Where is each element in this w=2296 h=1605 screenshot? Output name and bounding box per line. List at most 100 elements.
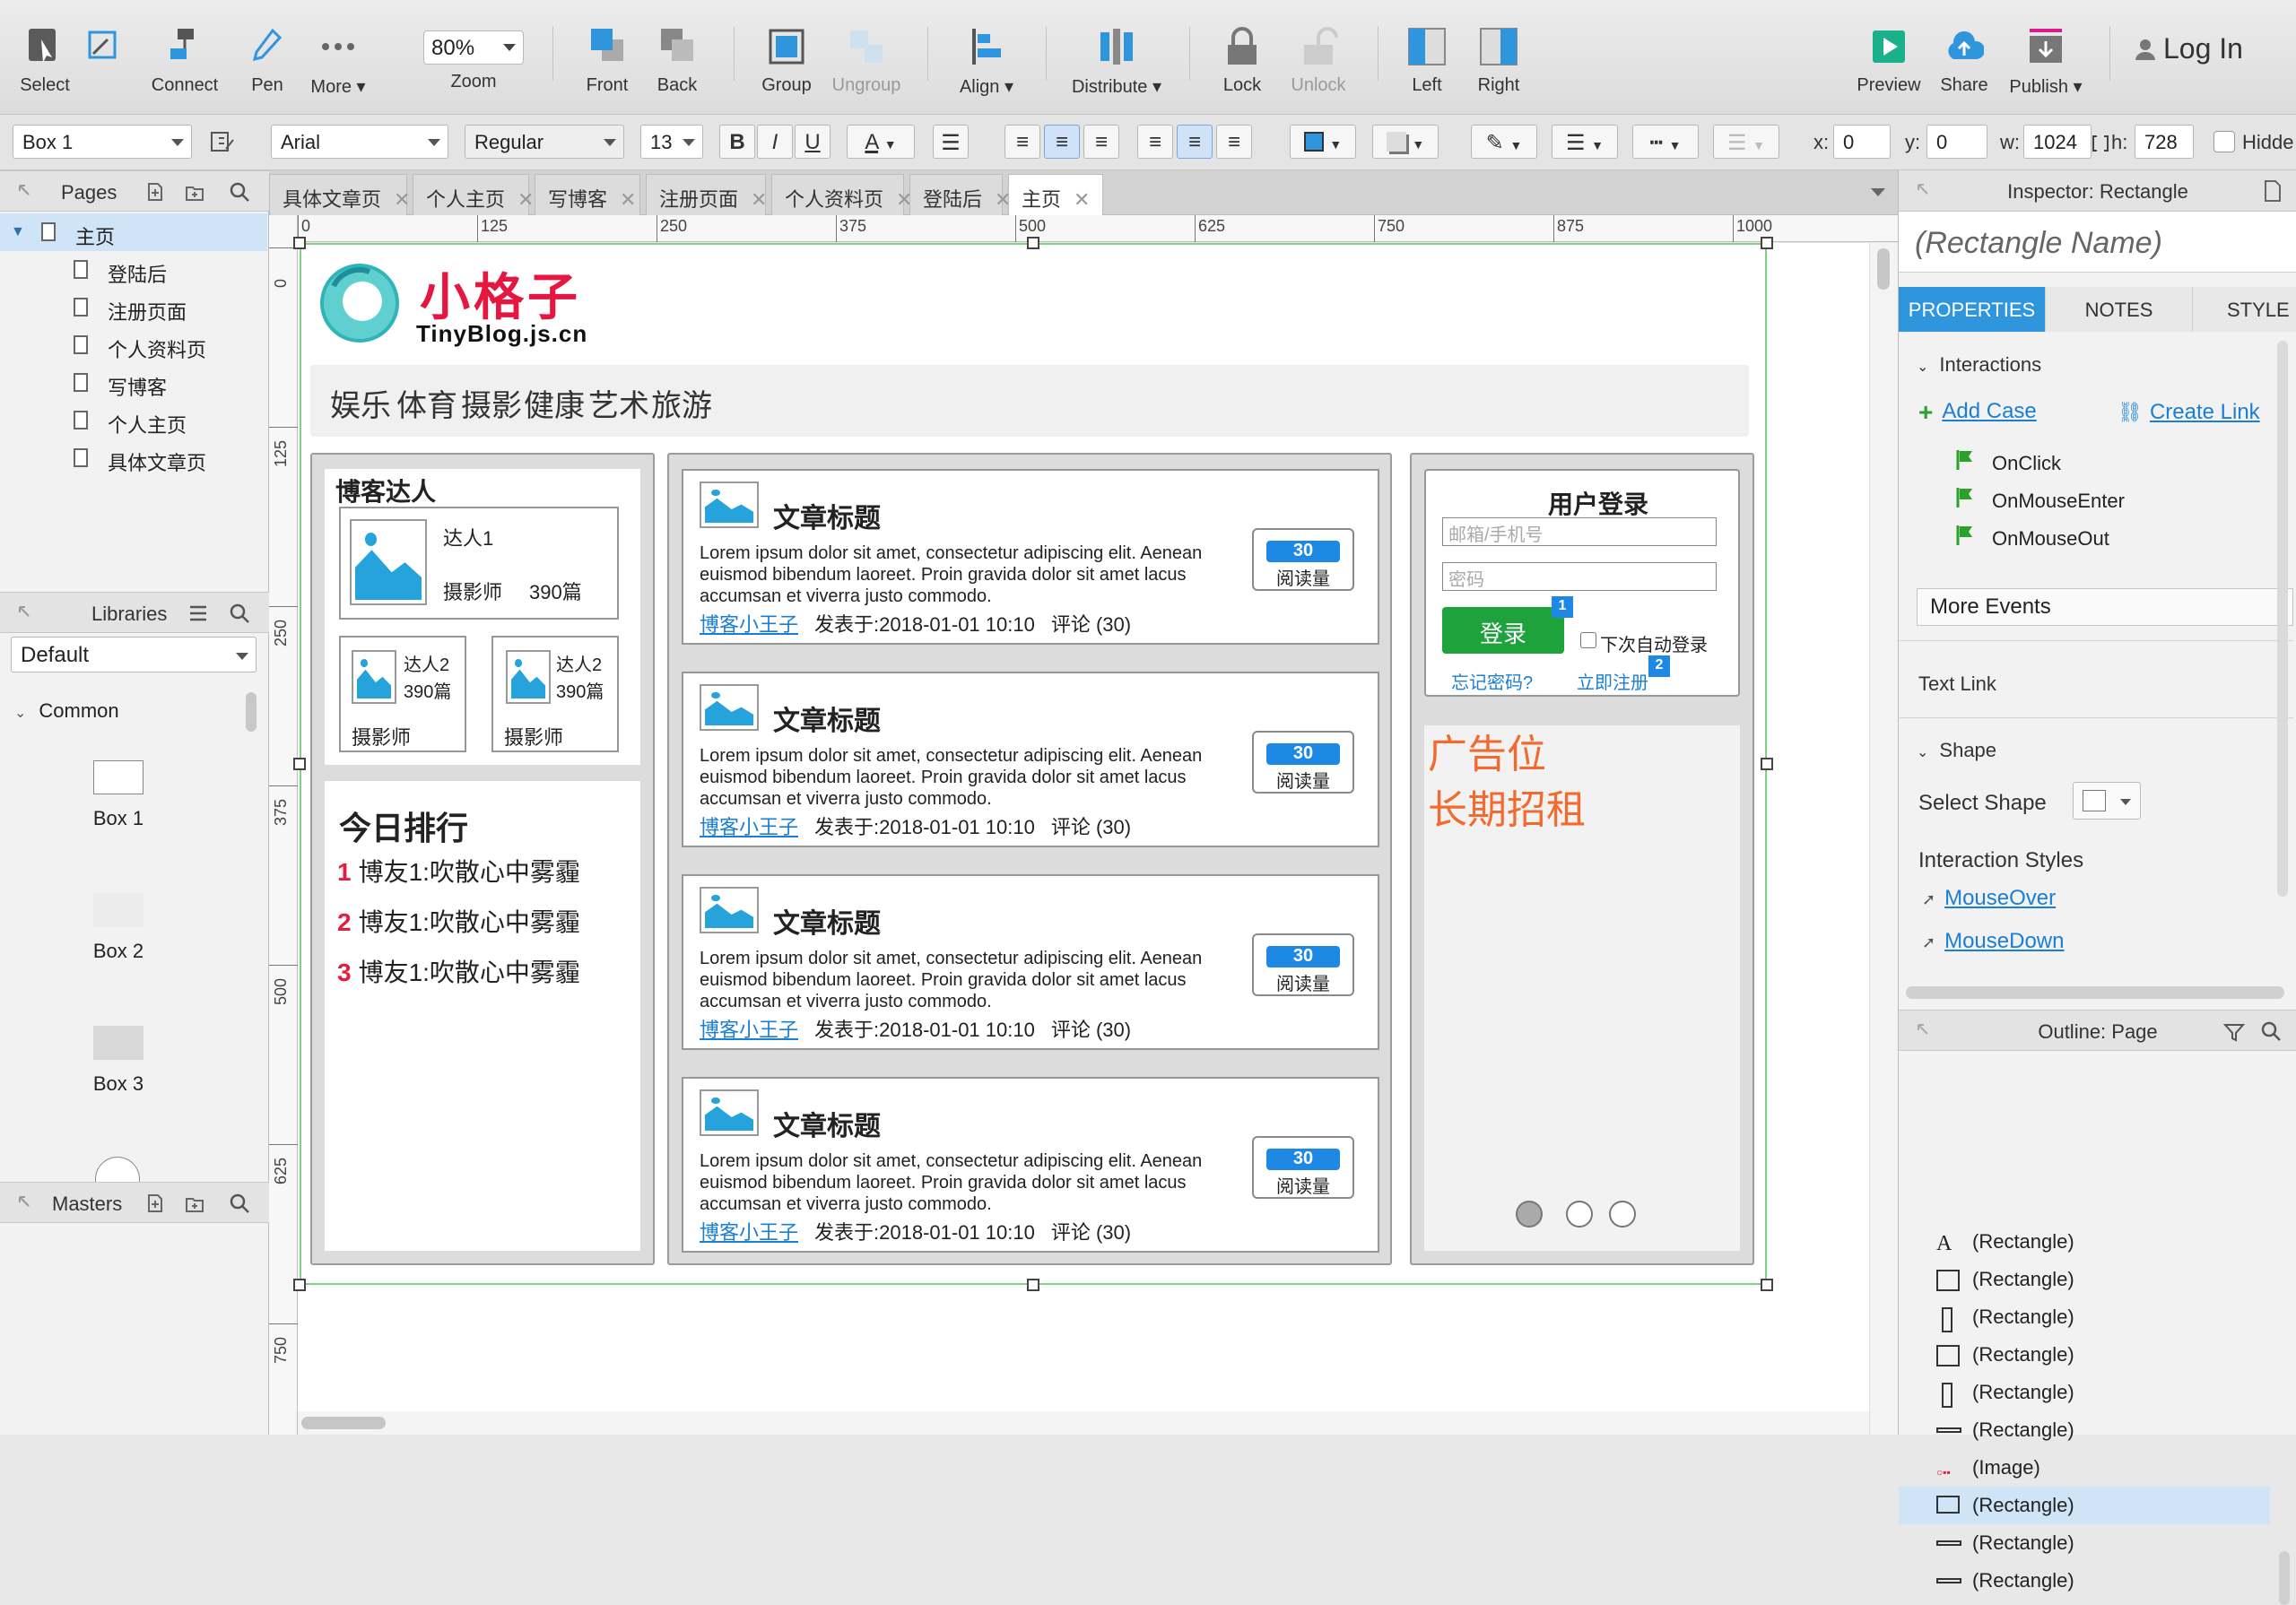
tab-page[interactable]: 个人主页 ✕ <box>413 174 534 215</box>
scroll-thumb[interactable] <box>301 1417 386 1429</box>
more-tools-button[interactable]: More ▾ <box>310 22 366 98</box>
ellipse-widget-partial[interactable] <box>95 1157 140 1182</box>
filter-icon[interactable] <box>2222 1021 2246 1043</box>
tab-page[interactable]: 具体文章页 ✕ <box>269 174 410 215</box>
font-family-select[interactable]: Arial <box>271 125 448 159</box>
publish-button[interactable]: Publish ▾ <box>2005 22 2086 98</box>
widget-box1[interactable]: Box 1 <box>83 760 154 830</box>
outline-item[interactable]: (Rectangle) <box>1899 1261 2270 1298</box>
font-color-button[interactable]: A ▼ <box>847 125 915 159</box>
italic-button[interactable]: I <box>757 125 793 159</box>
page-item[interactable]: 注册页面 <box>0 289 267 326</box>
outline-scrollbar[interactable] <box>2279 1551 2290 1605</box>
preview-button[interactable]: Preview <box>1853 22 1925 96</box>
panel-collapse-icon[interactable] <box>16 182 36 202</box>
close-icon[interactable]: ✕ <box>1074 188 1090 211</box>
article-title[interactable]: 文章标题 <box>773 698 881 738</box>
page-item[interactable]: 个人资料页 <box>0 326 267 364</box>
canvas-horizontal-scrollbar[interactable] <box>298 1411 1869 1435</box>
style-edit-icon[interactable] <box>210 131 235 152</box>
tab-style[interactable]: STYLE <box>2193 287 2296 332</box>
article-author-link[interactable]: 博客小王子 <box>700 816 798 838</box>
outline-item[interactable]: (Rectangle) <box>1899 1487 2270 1524</box>
article-title[interactable]: 文章标题 <box>773 901 881 941</box>
valign-top-button[interactable]: ≡ <box>1137 125 1173 159</box>
search-icon[interactable] <box>2261 1021 2283 1043</box>
close-icon[interactable]: ✕ <box>751 188 767 211</box>
event-onclick[interactable]: OnClick <box>1956 450 2061 475</box>
canvas-vertical-scrollbar[interactable] <box>1869 243 1898 1435</box>
resize-handle[interactable] <box>293 758 306 770</box>
page-item[interactable]: 个人主页 <box>0 402 267 439</box>
crop-tool[interactable] <box>77 22 131 75</box>
bullet-list-button[interactable]: ☰ <box>933 125 969 159</box>
page-item-home[interactable]: ▼ 主页 <box>0 213 267 251</box>
nav-item[interactable]: 艺术 <box>588 381 649 425</box>
tabs-overflow-icon[interactable] <box>1871 188 1885 196</box>
zoom-select[interactable]: 80% <box>423 30 524 65</box>
connect-tool[interactable]: Connect <box>149 22 221 96</box>
resize-handle[interactable] <box>1027 237 1039 249</box>
article-title[interactable]: 文章标题 <box>773 1104 881 1143</box>
outline-item[interactable]: A (Rectangle) <box>1899 1223 2270 1261</box>
tab-page[interactable]: 写博客 ✕ <box>535 174 640 215</box>
width-field[interactable]: 1024 <box>2023 125 2092 159</box>
group-button[interactable]: Group <box>755 22 818 96</box>
close-icon[interactable]: ✕ <box>394 188 410 211</box>
library-select[interactable]: Default <box>11 637 257 672</box>
nav-item[interactable]: 健康 <box>524 381 585 425</box>
hidden-checkbox[interactable] <box>2213 131 2235 152</box>
article-author-link[interactable]: 博客小王子 <box>700 613 798 636</box>
login-button[interactable]: Log In <box>2135 32 2243 65</box>
widget-box2[interactable]: Box 2 <box>83 893 154 963</box>
line-color-button[interactable]: ✎ ▼ <box>1471 125 1537 159</box>
mousedown-style[interactable]: ➚ MouseDown <box>1922 929 2065 954</box>
outline-item[interactable]: (Rectangle) <box>1899 1562 2270 1600</box>
scroll-thumb[interactable] <box>1877 248 1890 290</box>
align-left-button[interactable]: ≡ <box>1004 125 1040 159</box>
more-events-select[interactable]: More Events <box>1917 588 2293 626</box>
resize-handle[interactable] <box>1761 1279 1773 1291</box>
valign-middle-button[interactable]: ≡ <box>1177 125 1213 159</box>
rectangle-name-field[interactable]: (Rectangle Name) <box>1899 212 2296 273</box>
x-field[interactable]: 0 <box>1833 125 1891 159</box>
add-master-icon[interactable] <box>145 1193 165 1213</box>
login-username-input[interactable]: 邮箱/手机号 <box>1442 517 1717 546</box>
panel-collapse-icon[interactable] <box>16 603 36 623</box>
resize-handle[interactable] <box>293 237 306 249</box>
resize-handle[interactable] <box>1761 237 1773 249</box>
ungroup-button[interactable]: Ungroup <box>829 22 904 96</box>
add-folder-icon[interactable] <box>185 1193 204 1213</box>
panel-collapse-icon[interactable] <box>16 1193 36 1213</box>
article-author-link[interactable]: 博客小王子 <box>700 1221 798 1244</box>
tab-page[interactable]: 登陆后 ✕ <box>909 174 1011 215</box>
forgot-password-link[interactable]: 忘记密码? <box>1451 668 1533 694</box>
interactions-section[interactable]: ⌄ Interactions <box>1917 353 2041 377</box>
tab-properties[interactable]: PROPERTIES <box>1899 287 2046 332</box>
menu-icon[interactable] <box>188 603 208 623</box>
tab-page[interactable]: 注册页面 ✕ <box>646 174 767 215</box>
ranking-item[interactable]: 2 博友1:吹散心中雾霾 <box>337 903 580 939</box>
library-group-common[interactable]: ⌄ Common <box>14 699 119 723</box>
text-link-section[interactable]: Text Link <box>1918 672 1996 696</box>
underline-button[interactable]: U <box>795 125 831 159</box>
line-width-button[interactable]: ☰ ▼ <box>1552 125 1618 159</box>
search-icon[interactable] <box>230 182 249 202</box>
library-scrollbar[interactable] <box>246 692 257 732</box>
add-case-button[interactable]: + Add Case <box>1918 398 2037 427</box>
article-title[interactable]: 文章标题 <box>773 496 881 535</box>
widget-box3[interactable]: Box 3 <box>83 1026 154 1096</box>
inspector-vscroll[interactable] <box>2277 341 2288 897</box>
register-link[interactable]: 立即注册 <box>1577 668 1648 694</box>
unlock-button[interactable]: Unlock <box>1283 22 1354 96</box>
add-page-icon[interactable] <box>145 182 165 202</box>
close-icon[interactable]: ✕ <box>517 188 534 211</box>
resize-handle[interactable] <box>1761 758 1773 770</box>
constrain-proportions-icon[interactable] <box>2092 134 2109 152</box>
create-link-button[interactable]: ⛓ Create Link <box>2118 400 2260 425</box>
carousel-dot[interactable] <box>1609 1201 1636 1228</box>
nav-item[interactable]: 体育 <box>396 381 457 425</box>
resize-handle[interactable] <box>293 1279 306 1291</box>
shape-section[interactable]: ⌄ Shape <box>1917 739 1996 762</box>
valign-bottom-button[interactable]: ≡ <box>1216 125 1252 159</box>
